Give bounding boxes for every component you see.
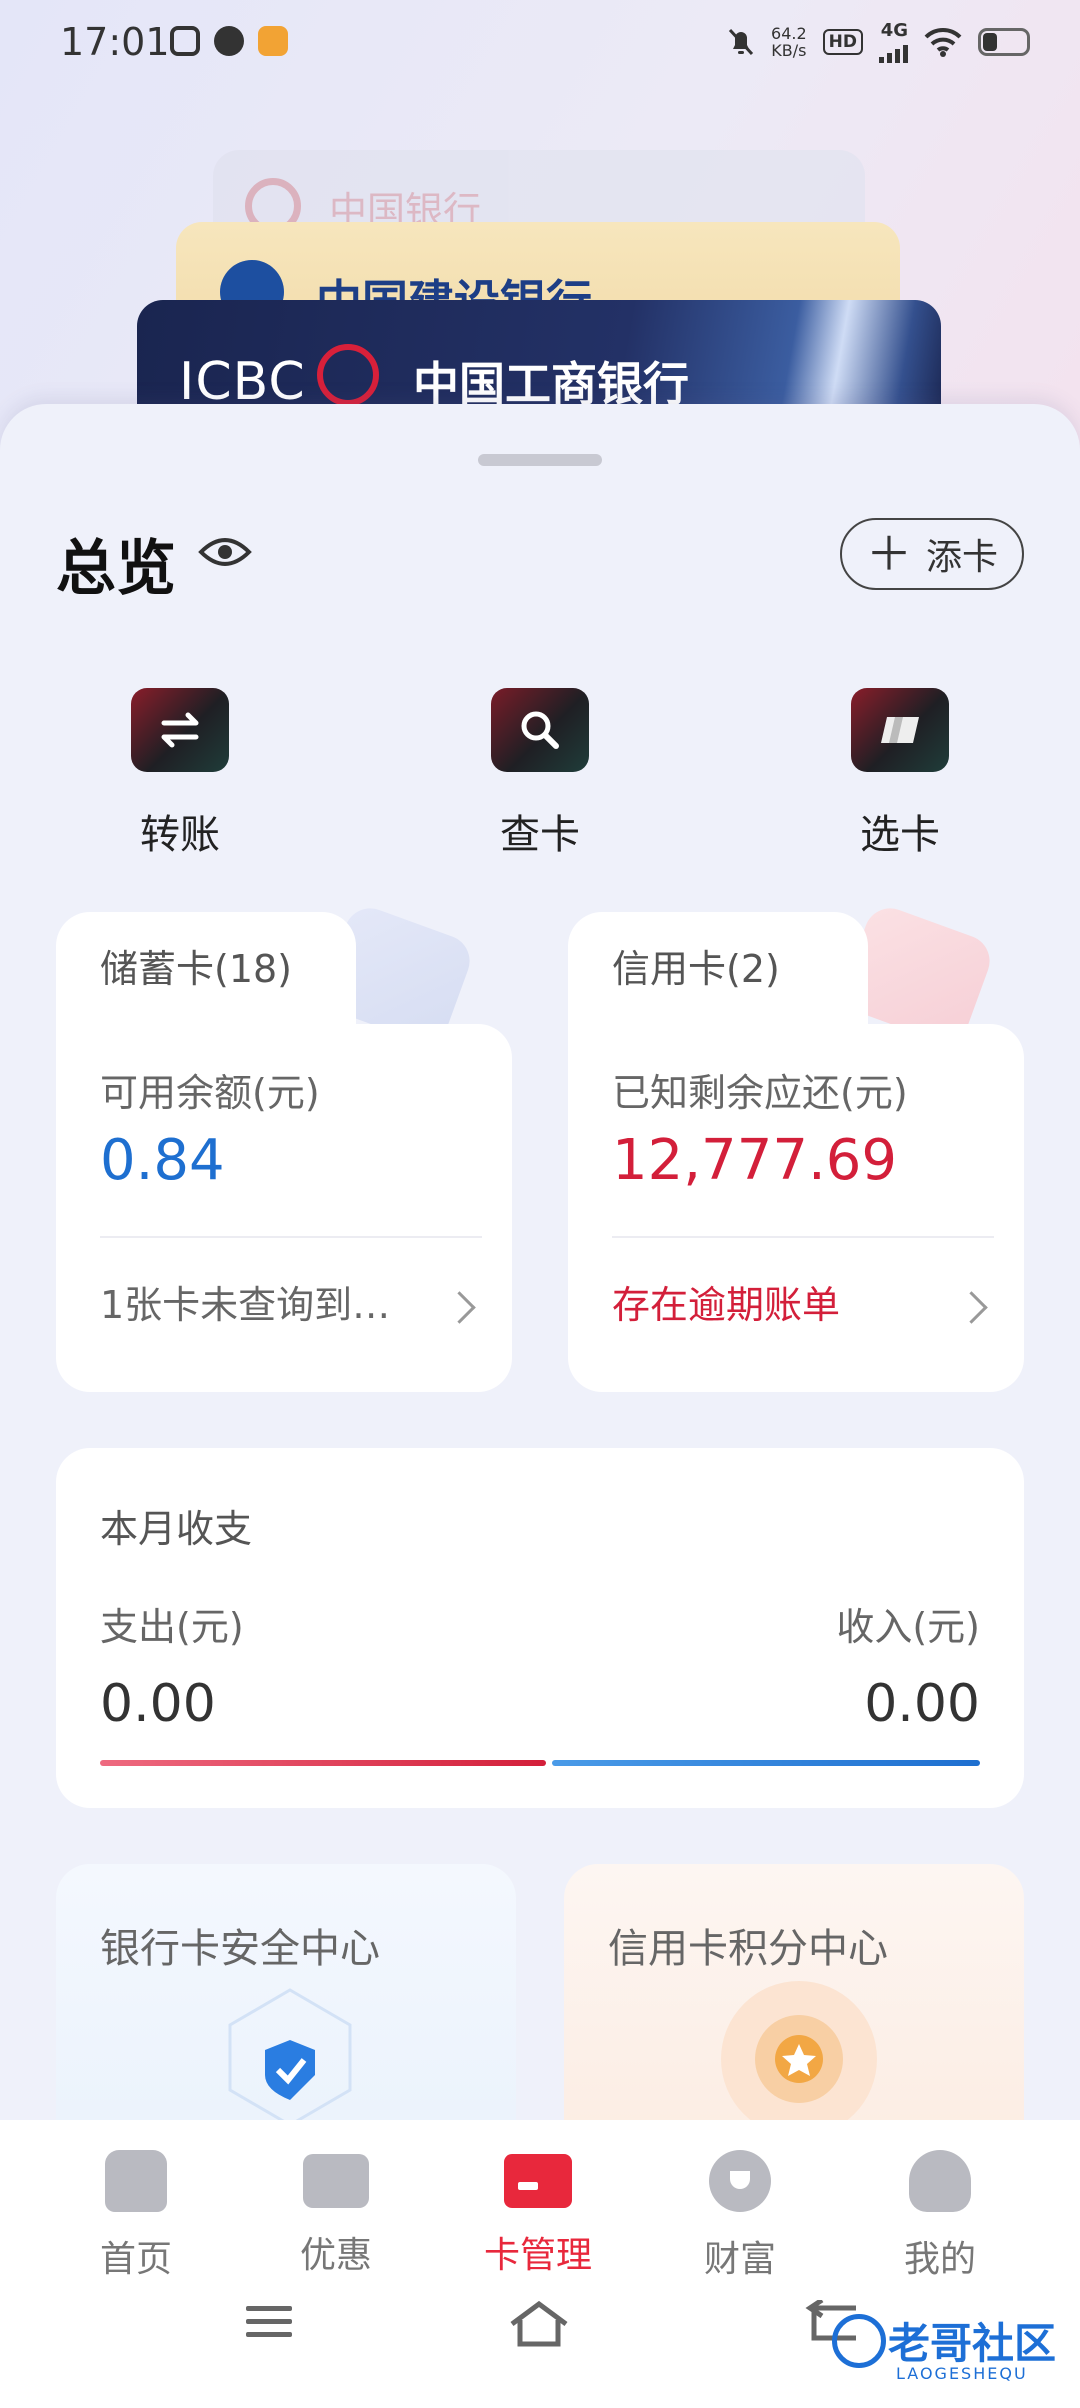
monthly-summary[interactable]: 本月收支 支出(元) 收入(元) 0.00 0.00	[56, 1448, 1024, 1808]
video-app-icon	[170, 26, 200, 56]
hd-badge: HD	[822, 28, 863, 55]
watermark-logo: 老哥社区 LAOGESHEQU	[832, 2306, 1072, 2398]
nav-card-management[interactable]: 卡管理	[458, 2150, 618, 2278]
plus-icon: ＋	[865, 527, 912, 581]
quick-action-label: 转账	[140, 812, 220, 858]
nav-label: 我的	[903, 2239, 976, 2280]
home-button-icon[interactable]	[508, 2300, 570, 2348]
divider	[100, 1236, 482, 1238]
status-bar: 17:01 64.2 KB/s HD 4G	[0, 0, 1080, 84]
menu-icon[interactable]	[244, 2300, 294, 2344]
debit-balance-value: 0.84	[100, 1128, 225, 1193]
card-brand: ICBC	[179, 352, 306, 412]
credit-tab-label: 信用卡(2)	[612, 947, 780, 991]
game-app-icon	[258, 26, 288, 56]
signal-bars-icon	[879, 41, 908, 63]
net-speed-value: 64.2	[771, 23, 807, 43]
quick-action-select-card[interactable]: 选卡	[800, 688, 1000, 860]
quick-action-label: 选卡	[860, 812, 940, 858]
wifi-icon	[924, 27, 962, 57]
wealth-icon	[709, 2150, 771, 2212]
search-icon	[491, 688, 589, 772]
chevron-right-icon[interactable]	[955, 1291, 988, 1324]
cell-signal: 4G	[879, 20, 908, 63]
nav-home[interactable]: 首页	[56, 2150, 216, 2282]
transfer-icon	[131, 688, 229, 772]
shield-icon	[228, 1988, 352, 2127]
points-center-title: 信用卡积分中心	[608, 1926, 888, 1972]
income-bar	[552, 1760, 980, 1766]
card-select-icon	[851, 688, 949, 772]
expense-bar	[100, 1760, 546, 1766]
eye-icon[interactable]	[198, 532, 252, 572]
profile-icon	[909, 2150, 971, 2212]
nav-label: 优惠	[299, 2235, 372, 2276]
coupon-icon	[303, 2154, 369, 2208]
star-coin-icon	[721, 1981, 877, 2137]
divider	[612, 1236, 994, 1238]
nav-label: 卡管理	[483, 2235, 592, 2276]
points-center-card[interactable]: 信用卡积分中心	[564, 1864, 1024, 2164]
expense-label: 支出(元)	[100, 1605, 244, 1649]
watermark-sub: LAOGESHEQU	[896, 2364, 1028, 2383]
quick-action-search-card[interactable]: 查卡	[440, 688, 640, 860]
watermark-text: 老哥社区	[888, 2319, 1057, 2368]
debit-balance-label: 可用余额(元)	[100, 1071, 320, 1115]
credit-card-summary[interactable]: 信用卡(2) 已知剩余应还(元) 12,777.69 存在逾期账单	[568, 947, 1024, 1392]
debit-card-summary[interactable]: 储蓄卡(18) 可用余额(元) 0.84 1张卡未查询到…	[56, 947, 512, 1392]
battery-icon	[978, 27, 1030, 56]
security-center-card[interactable]: 银行卡安全中心	[56, 1864, 516, 2164]
debit-tab-label: 储蓄卡(18)	[100, 947, 293, 991]
expense-value: 0.00	[100, 1674, 216, 1734]
status-time: 17:01	[60, 20, 170, 64]
card-manage-icon	[504, 2154, 572, 2208]
credit-footer-text[interactable]: 存在逾期账单	[612, 1274, 840, 1329]
add-card-label: 添卡	[925, 537, 998, 578]
net-speed-unit: KB/s	[771, 40, 807, 60]
watermark-emblem	[832, 2314, 886, 2368]
credit-balance-label: 已知剩余应还(元)	[612, 1071, 908, 1115]
chat-app-icon	[214, 26, 244, 56]
network-type: 4G	[880, 20, 908, 41]
income-value: 0.00	[864, 1674, 980, 1734]
nav-label: 首页	[99, 2239, 172, 2280]
security-center-title: 银行卡安全中心	[100, 1926, 380, 1972]
nav-offers[interactable]: 优惠	[256, 2150, 416, 2278]
nav-label: 财富	[703, 2239, 776, 2280]
overview-title: 总览	[56, 520, 180, 609]
credit-balance-value: 12,777.69	[612, 1128, 898, 1193]
icbc-logo-icon	[317, 344, 379, 406]
home-icon	[105, 2150, 167, 2212]
quick-action-transfer[interactable]: 转账	[80, 688, 280, 860]
mute-bell-icon	[728, 28, 754, 55]
status-icons: 64.2 KB/s HD 4G	[727, 20, 1030, 63]
add-card-button[interactable]: ＋ 添卡	[840, 518, 1024, 590]
debit-footer-text[interactable]: 1张卡未查询到…	[100, 1274, 390, 1329]
quick-action-label: 查卡	[500, 812, 580, 858]
chevron-right-icon[interactable]	[443, 1291, 476, 1324]
nav-wealth[interactable]: 财富	[660, 2150, 820, 2282]
monthly-title: 本月收支	[100, 1507, 253, 1551]
card-management-sheet: 总览 ＋ 添卡 转账 查卡 选卡 储蓄卡(18) 可用余额(元) 0.84 1张…	[0, 404, 1080, 2408]
net-speed: 64.2 KB/s	[771, 25, 807, 59]
income-label: 收入(元)	[836, 1605, 980, 1649]
nav-profile[interactable]: 我的	[860, 2150, 1020, 2282]
drag-handle[interactable]	[478, 454, 602, 466]
